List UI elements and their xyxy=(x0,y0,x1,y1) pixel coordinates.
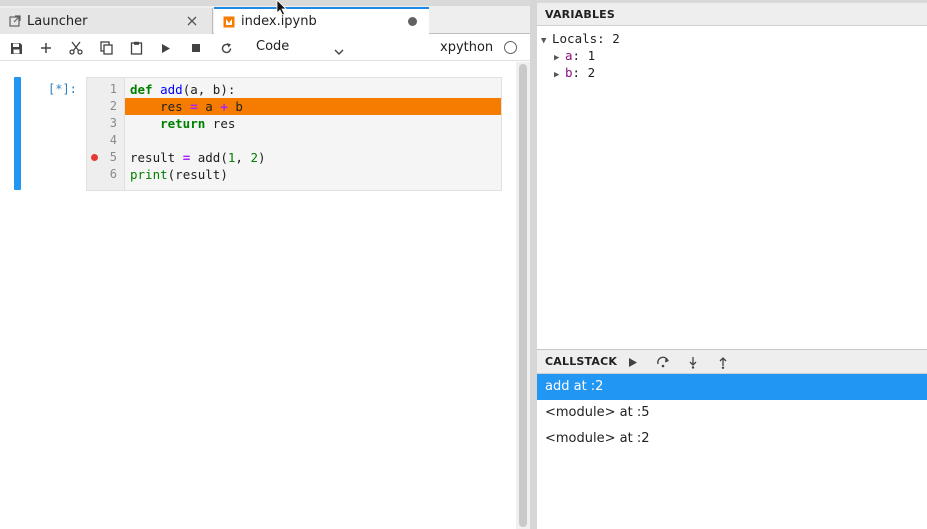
callstack-frame-selected[interactable]: add at :2 xyxy=(537,374,927,400)
panel-splitter[interactable] xyxy=(530,0,537,529)
notebook-icon xyxy=(222,15,236,29)
variable-value: 1 xyxy=(587,48,596,63)
unsaved-indicator-icon[interactable] xyxy=(408,17,417,26)
mouse-cursor-icon xyxy=(276,0,288,16)
step-in-icon[interactable] xyxy=(685,354,701,370)
launch-icon xyxy=(8,14,22,28)
copy-icon[interactable] xyxy=(97,39,115,57)
code-line[interactable]: def add(a, b): xyxy=(125,81,501,98)
tab-bar-top-strip xyxy=(0,0,530,6)
variable-separator: : xyxy=(572,48,588,63)
code-line[interactable]: return res xyxy=(125,115,501,132)
run-icon[interactable] xyxy=(157,39,175,57)
notebook-scrollbar[interactable] xyxy=(516,62,530,529)
line-number[interactable]: 6 xyxy=(87,166,117,183)
code-line[interactable]: print(result) xyxy=(125,166,501,183)
code-line[interactable]: result = add(1, 2) xyxy=(125,149,501,166)
notebook-toolbar: Code xpython xyxy=(0,34,530,61)
save-icon[interactable] xyxy=(7,39,25,57)
tab-label: Launcher xyxy=(27,13,88,29)
tab-label: index.ipynb xyxy=(241,14,317,29)
step-over-icon[interactable] xyxy=(655,354,671,370)
callstack-frame[interactable]: <module> at :5 xyxy=(537,400,927,426)
restart-icon[interactable] xyxy=(217,39,235,57)
stop-icon[interactable] xyxy=(187,39,205,57)
line-gutter[interactable]: 1 2 3 4 5 6 xyxy=(87,78,125,190)
callstack-title: CALLSTACK xyxy=(545,355,618,368)
locals-scope[interactable]: ▼ Locals: 2 xyxy=(541,31,620,46)
close-icon[interactable] xyxy=(184,13,200,29)
tab-launcher[interactable]: Launcher xyxy=(0,8,213,34)
variable-separator: : xyxy=(572,65,588,80)
tab-bar: Launcher index.ipynb xyxy=(0,0,530,34)
tab-notebook[interactable]: index.ipynb xyxy=(214,7,429,34)
caret-right-icon[interactable]: ▶ xyxy=(554,53,565,63)
callstack-header: CALLSTACK xyxy=(537,349,927,374)
continue-icon[interactable] xyxy=(625,354,641,370)
line-number[interactable]: 3 xyxy=(87,115,117,132)
variable-row[interactable]: ▶ b: 2 xyxy=(554,65,595,80)
variable-value: 2 xyxy=(587,65,596,80)
code-editor[interactable]: 1 2 3 4 5 6 def add(a, b): res = a + b r… xyxy=(86,77,502,191)
cut-icon[interactable] xyxy=(67,39,85,57)
variable-name: a xyxy=(565,48,573,63)
notebook-panel: Launcher index.ipynb Code xpython [*]: 1… xyxy=(0,0,530,529)
notebook-cells: [*]: 1 2 3 4 5 6 def add(a, b): res = a … xyxy=(0,62,516,529)
line-number[interactable]: 1 xyxy=(87,81,117,98)
add-icon[interactable] xyxy=(37,39,55,57)
line-number[interactable]: 2 xyxy=(87,98,117,115)
cell-prompt: [*]: xyxy=(48,82,77,96)
scope-label: Locals: 2 xyxy=(552,31,620,46)
line-number[interactable]: 5 xyxy=(87,149,117,166)
variables-header: VARIABLES xyxy=(537,0,927,26)
line-number[interactable]: 4 xyxy=(87,132,117,149)
variables-title: VARIABLES xyxy=(545,8,615,21)
chevron-down-icon[interactable] xyxy=(333,42,347,55)
kernel-name[interactable]: xpython xyxy=(440,40,493,55)
caret-right-icon[interactable]: ▶ xyxy=(554,70,565,80)
cell-collapser[interactable] xyxy=(14,77,21,190)
kernel-status-icon xyxy=(504,41,517,54)
step-out-icon[interactable] xyxy=(715,354,731,370)
paste-icon[interactable] xyxy=(127,39,145,57)
callstack-frame[interactable]: <module> at :2 xyxy=(537,426,927,452)
debugger-sidebar: VARIABLES ▼ Locals: 2 ▶ a: 1 ▶ b: 2 CALLSTA… xyxy=(537,0,927,529)
cell-type-select[interactable]: Code xyxy=(256,39,289,54)
code-line[interactable] xyxy=(125,132,501,149)
caret-down-icon[interactable]: ▼ xyxy=(541,36,552,46)
variable-row[interactable]: ▶ a: 1 xyxy=(554,48,595,63)
variable-name: b xyxy=(565,65,573,80)
scrollbar-thumb[interactable] xyxy=(519,64,527,527)
code-line-current[interactable]: res = a + b xyxy=(125,98,501,115)
